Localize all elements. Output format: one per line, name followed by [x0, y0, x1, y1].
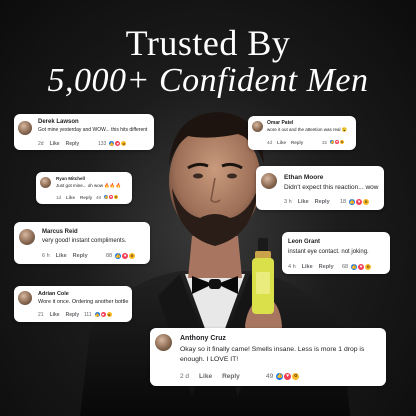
wow-face-icon: o — [113, 194, 120, 200]
reaction-count: 18 — [340, 199, 347, 205]
reaction-summary: 48 👍 ♥ o — [96, 194, 120, 200]
comment-time: 21 — [38, 312, 44, 318]
avatar — [155, 334, 172, 351]
comment-meta: 4d Like Reply — [267, 140, 303, 145]
reaction-summary: 49 👍 ♥ o — [266, 372, 301, 381]
reaction-summary: 133 👍 ♥ o — [98, 140, 128, 147]
comment-card: Omar Patel wore it out and the attention… — [248, 116, 356, 150]
avatar — [18, 121, 32, 135]
reaction-summary: 18 👍 ♥ o — [340, 198, 371, 206]
reply-link[interactable]: Reply — [66, 141, 80, 147]
commenter-name: Ethan Moore — [284, 174, 324, 181]
comment-meta: 6 h Like Reply — [42, 253, 88, 259]
reply-link[interactable]: Reply — [73, 253, 88, 259]
comment-meta: 21 Like Reply — [38, 312, 79, 318]
comment-text-continued: enough. I LOVE IT! — [180, 356, 239, 363]
like-link[interactable]: Like — [50, 141, 60, 147]
reaction-count: 133 — [98, 140, 107, 147]
headline-subtitle: 5,000+ Confident Men — [47, 62, 369, 99]
comment-time: 1d — [56, 195, 62, 200]
comment-time: 2 d — [180, 373, 190, 380]
like-link[interactable]: Like — [298, 199, 309, 205]
comment-meta: 3 h Like Reply — [284, 199, 330, 205]
avatar — [18, 291, 32, 305]
wow-face-icon: o — [120, 140, 128, 147]
comment-meta: 1d Like Reply — [56, 195, 92, 200]
reply-link[interactable]: Reply — [315, 199, 330, 205]
comment-text: very good! instant compliments. — [42, 238, 127, 244]
commenter-name: Derek Lawson — [38, 119, 79, 125]
reaction-count: 88 — [106, 253, 113, 259]
reply-link[interactable]: Reply — [80, 195, 92, 200]
comment-text: Didn't expect this reaction... wow — [284, 184, 379, 191]
avatar — [261, 173, 277, 189]
reply-link[interactable]: Reply — [222, 373, 240, 380]
commenter-name: Adrian Cole — [38, 291, 69, 297]
reaction-count: 68 — [342, 264, 349, 270]
commenter-name: Leon Grant — [288, 239, 321, 245]
comment-card: Ethan Moore Didn't expect this reaction.… — [256, 166, 384, 210]
wow-face-icon: o — [364, 263, 373, 271]
comment-card: Marcus Reid very good! instant complimen… — [14, 222, 150, 264]
reaction-summary: 88 👍 ♥ o — [106, 252, 137, 260]
commenter-name: Anthony Cruz — [180, 335, 226, 342]
comment-time: 3 h — [284, 199, 292, 205]
reaction-count: 111 — [84, 311, 92, 318]
commenter-name: Ryan Mitchell — [56, 176, 86, 181]
reaction-count: 49 — [266, 373, 274, 380]
comment-text: Wore it once. Ordering another bottle — [38, 299, 129, 305]
wow-face-icon: o — [105, 311, 113, 318]
comment-card: Leon Grant instant eye contact. not joki… — [282, 232, 390, 274]
like-link[interactable]: Like — [56, 253, 67, 259]
reply-link[interactable]: Reply — [291, 140, 303, 145]
reaction-count: 48 — [96, 194, 102, 200]
wow-face-icon: o — [291, 372, 301, 381]
comment-time: 4 h — [288, 264, 296, 270]
reply-link[interactable]: Reply — [66, 312, 80, 318]
reaction-count: 32 — [322, 139, 328, 145]
comment-time: 2d — [38, 141, 44, 147]
avatar — [40, 177, 51, 188]
comment-text: Okay so it finally came! Smells insane. … — [180, 346, 365, 353]
headline-title: Trusted By — [125, 23, 291, 63]
commenter-name: Omar Patel — [267, 120, 294, 126]
comment-time: 6 h — [42, 253, 50, 259]
like-link[interactable]: Like — [302, 264, 313, 270]
wow-face-icon: o — [339, 139, 346, 145]
like-link[interactable]: Like — [66, 195, 75, 200]
reaction-summary: 32 👍 ♥ o — [322, 139, 346, 145]
reaction-summary: 68 👍 ♥ o — [342, 263, 373, 271]
like-link[interactable]: Like — [50, 312, 60, 318]
avatar — [19, 229, 35, 245]
comment-meta: 2 d Like Reply — [180, 373, 240, 380]
comment-text: wore it out and the attention was real 😮 — [267, 127, 348, 132]
comment-text: Got mine yesterday and WOW... this hits … — [38, 127, 148, 133]
comment-card: Derek Lawson Got mine yesterday and WOW.… — [14, 114, 154, 150]
comment-card: Anthony Cruz Okay so it finally came! Sm… — [150, 328, 386, 386]
wow-face-icon: o — [128, 252, 137, 260]
wow-face-icon: o — [362, 198, 371, 206]
comment-text: Just got mine... oh wow 🔥🔥🔥 — [56, 183, 122, 188]
comment-meta: 2d Like Reply — [38, 141, 79, 147]
commenter-name: Marcus Reid — [42, 229, 78, 235]
comment-meta: 4 h Like Reply — [288, 264, 334, 270]
comment-text: instant eye contact. not joking. — [288, 249, 369, 255]
like-link[interactable]: Like — [199, 373, 212, 380]
reply-link[interactable]: Reply — [319, 264, 334, 270]
reaction-summary: 111 👍 ♥ o — [84, 311, 113, 318]
ad-creative: Trusted By 5,000+ Confident Men Derek La… — [0, 0, 416, 416]
like-link[interactable]: Like — [277, 140, 286, 145]
avatar — [252, 121, 263, 132]
comment-card: Ryan Mitchell Just got mine... oh wow 🔥🔥… — [36, 172, 132, 204]
comment-card: Adrian Cole Wore it once. Ordering anoth… — [14, 286, 132, 322]
comment-time: 4d — [267, 140, 273, 145]
